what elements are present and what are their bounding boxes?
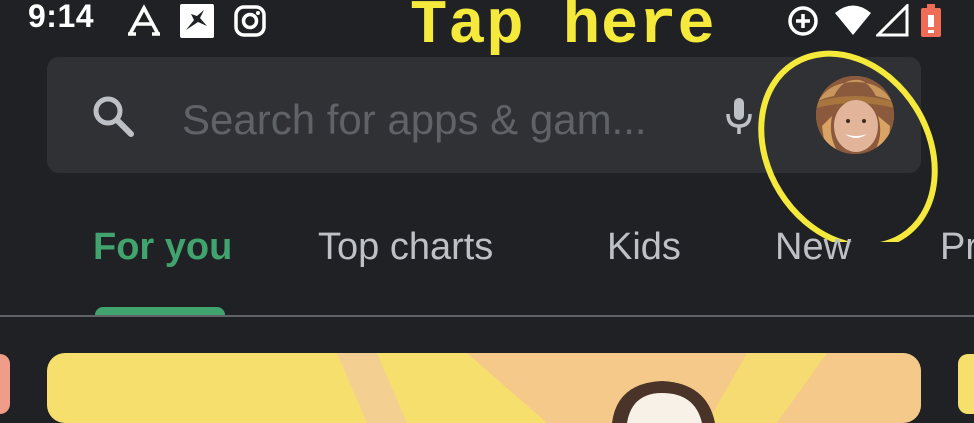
font-a-icon <box>128 4 160 36</box>
instagram-icon <box>234 5 266 37</box>
search-icon[interactable] <box>90 93 136 139</box>
tab-top-charts[interactable]: Top charts <box>318 226 493 269</box>
card-next-peek[interactable] <box>958 354 974 414</box>
tab-bar: For you Top charts Kids New Pr <box>0 200 974 318</box>
tab-new[interactable]: New <box>775 226 851 269</box>
status-time: 9:14 <box>28 0 95 34</box>
tab-kids[interactable]: Kids <box>607 226 681 269</box>
annotation-label: Tap here <box>410 0 716 61</box>
nike-icon <box>180 4 214 38</box>
card-previous-peek[interactable] <box>0 354 10 414</box>
divider <box>0 315 974 317</box>
featured-card-art <box>337 353 921 423</box>
featured-card[interactable] <box>47 353 921 423</box>
search-input[interactable] <box>182 92 702 148</box>
active-tab-indicator <box>95 307 225 315</box>
tab-for-you[interactable]: For you <box>93 226 232 269</box>
tab-premium-partial[interactable]: Pr <box>940 226 974 269</box>
